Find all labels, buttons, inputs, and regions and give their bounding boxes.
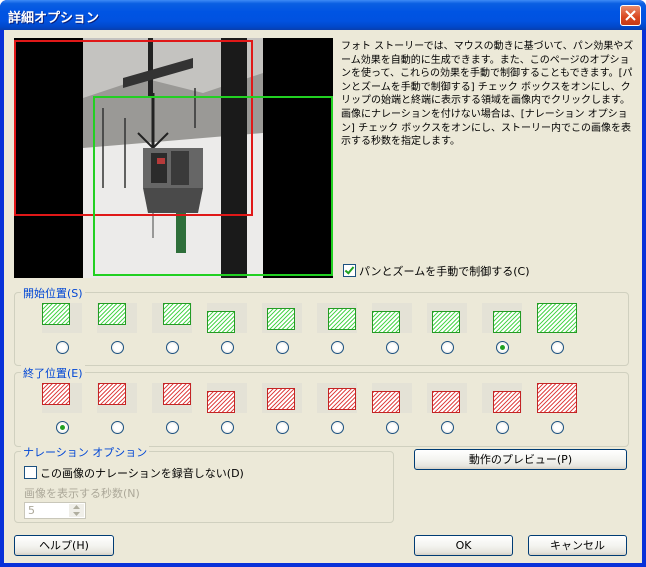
spin-up-icon[interactable]: [73, 505, 80, 509]
start-position-radio-8[interactable]: [441, 341, 454, 354]
end-position-area-thumbnail: [432, 391, 460, 413]
end-position-radio-1[interactable]: [56, 421, 69, 434]
end-position-option-5[interactable]: [262, 383, 302, 416]
start-position-area-thumbnail: [207, 311, 235, 333]
start-position-option-4[interactable]: [207, 303, 247, 336]
start-position-area-thumbnail: [163, 303, 191, 325]
start-position-radio-6[interactable]: [331, 341, 344, 354]
help-button[interactable]: ヘルプ(H): [14, 535, 114, 556]
end-position-radio-3[interactable]: [166, 421, 179, 434]
close-button[interactable]: [620, 5, 641, 26]
start-position-option-9[interactable]: [482, 303, 522, 336]
start-position-radio-5[interactable]: [276, 341, 289, 354]
seconds-label: 画像を表示する秒数(N): [24, 487, 140, 500]
start-position-radio-1[interactable]: [56, 341, 69, 354]
end-position-option-10[interactable]: [537, 383, 577, 416]
end-position-option-1[interactable]: [42, 383, 82, 416]
end-position-option-6[interactable]: [317, 383, 357, 416]
end-position-area-thumbnail: [42, 383, 70, 405]
seconds-value: 5: [28, 504, 35, 517]
end-position-radio-8[interactable]: [441, 421, 454, 434]
manual-pan-zoom-label: パンとズームを手動で制御する(C): [359, 265, 530, 278]
dialog-title: 詳細オプション: [8, 11, 100, 26]
start-position-area-thumbnail: [432, 311, 460, 333]
start-position-area-thumbnail: [372, 311, 400, 333]
end-position-option-8[interactable]: [427, 383, 467, 416]
start-position-area-thumbnail: [328, 308, 356, 330]
end-position-area-thumbnail: [372, 391, 400, 413]
spinner-arrows[interactable]: [69, 504, 84, 517]
start-position-area-thumbnail: [537, 303, 577, 333]
start-position-radio-9[interactable]: [496, 341, 509, 354]
start-position-radio-4[interactable]: [221, 341, 234, 354]
start-position-option-1[interactable]: [42, 303, 82, 336]
manual-pan-zoom-checkbox[interactable]: パンとズームを手動で制御する(C): [343, 263, 529, 279]
end-position-area-thumbnail: [267, 388, 295, 410]
start-position-option-6[interactable]: [317, 303, 357, 336]
start-position-label: 開始位置(S): [21, 285, 85, 301]
start-position-area-thumbnail: [267, 308, 295, 330]
end-position-area-thumbnail: [207, 391, 235, 413]
end-position-area-thumbnail: [537, 383, 577, 413]
end-position-radio-6[interactable]: [331, 421, 344, 434]
start-position-radio-10[interactable]: [551, 341, 564, 354]
title-bar: 詳細オプション: [0, 0, 646, 30]
end-position-radio-9[interactable]: [496, 421, 509, 434]
end-position-radio-2[interactable]: [111, 421, 124, 434]
end-position-radio-7[interactable]: [386, 421, 399, 434]
end-area-rect[interactable]: [93, 96, 333, 276]
seconds-spinner[interactable]: 5: [24, 502, 86, 519]
end-position-radio-5[interactable]: [276, 421, 289, 434]
start-position-radio-3[interactable]: [166, 341, 179, 354]
start-position-area-thumbnail: [42, 303, 70, 325]
end-position-group: 終了位置(E): [14, 365, 629, 447]
start-position-option-10[interactable]: [537, 303, 577, 336]
end-position-area-thumbnail: [163, 383, 191, 405]
start-position-radio-7[interactable]: [386, 341, 399, 354]
start-position-radio-2[interactable]: [111, 341, 124, 354]
end-position-radio-10[interactable]: [551, 421, 564, 434]
end-position-option-3[interactable]: [152, 383, 192, 416]
end-position-area-thumbnail: [328, 388, 356, 410]
end-position-option-9[interactable]: [482, 383, 522, 416]
spin-down-icon[interactable]: [73, 512, 80, 516]
dialog-body: フォト ストーリーでは、マウスの動きに基づいて、パン効果やズーム効果を自動的に生…: [4, 30, 642, 563]
start-position-option-5[interactable]: [262, 303, 302, 336]
start-position-option-8[interactable]: [427, 303, 467, 336]
start-position-group: 開始位置(S): [14, 285, 629, 366]
start-position-area-thumbnail: [98, 303, 126, 325]
start-position-option-3[interactable]: [152, 303, 192, 336]
start-position-area-thumbnail: [493, 311, 521, 333]
checkbox-unchecked-icon[interactable]: [24, 466, 37, 479]
end-position-option-7[interactable]: [372, 383, 412, 416]
preview-button[interactable]: 動作のプレビュー(P): [414, 449, 627, 470]
close-icon: [625, 10, 636, 21]
narration-options-legend: ナレーション オプション: [21, 444, 150, 460]
cancel-button[interactable]: キャンセル: [528, 535, 627, 556]
end-position-option-4[interactable]: [207, 383, 247, 416]
start-position-option-2[interactable]: [97, 303, 137, 336]
description-paragraph-1: フォト ストーリーでは、マウスの動きに基づいて、パン効果やズーム効果を自動的に生…: [341, 41, 634, 107]
no-narration-checkbox[interactable]: この画像のナレーションを録音しない(D): [24, 465, 244, 481]
checkbox-checked-icon[interactable]: [343, 264, 356, 277]
description-paragraph-2: 画像にナレーションを付けない場合は、[ナレーション オプション] チェック ボッ…: [341, 108, 631, 148]
image-preview[interactable]: [14, 38, 333, 278]
end-position-area-thumbnail: [493, 391, 521, 413]
end-position-option-2[interactable]: [97, 383, 137, 416]
end-position-radio-4[interactable]: [221, 421, 234, 434]
start-position-option-7[interactable]: [372, 303, 412, 336]
no-narration-label: この画像のナレーションを録音しない(D): [40, 467, 244, 480]
description-text: フォト ストーリーでは、マウスの動きに基づいて、パン効果やズーム効果を自動的に生…: [341, 40, 637, 149]
dialog-window: 詳細オプション フォト ストーリーでは、マウスの動きに基づいて、パン効果やズーム…: [0, 0, 646, 567]
ok-button[interactable]: OK: [414, 535, 513, 556]
end-position-area-thumbnail: [98, 383, 126, 405]
end-position-label: 終了位置(E): [21, 365, 85, 381]
